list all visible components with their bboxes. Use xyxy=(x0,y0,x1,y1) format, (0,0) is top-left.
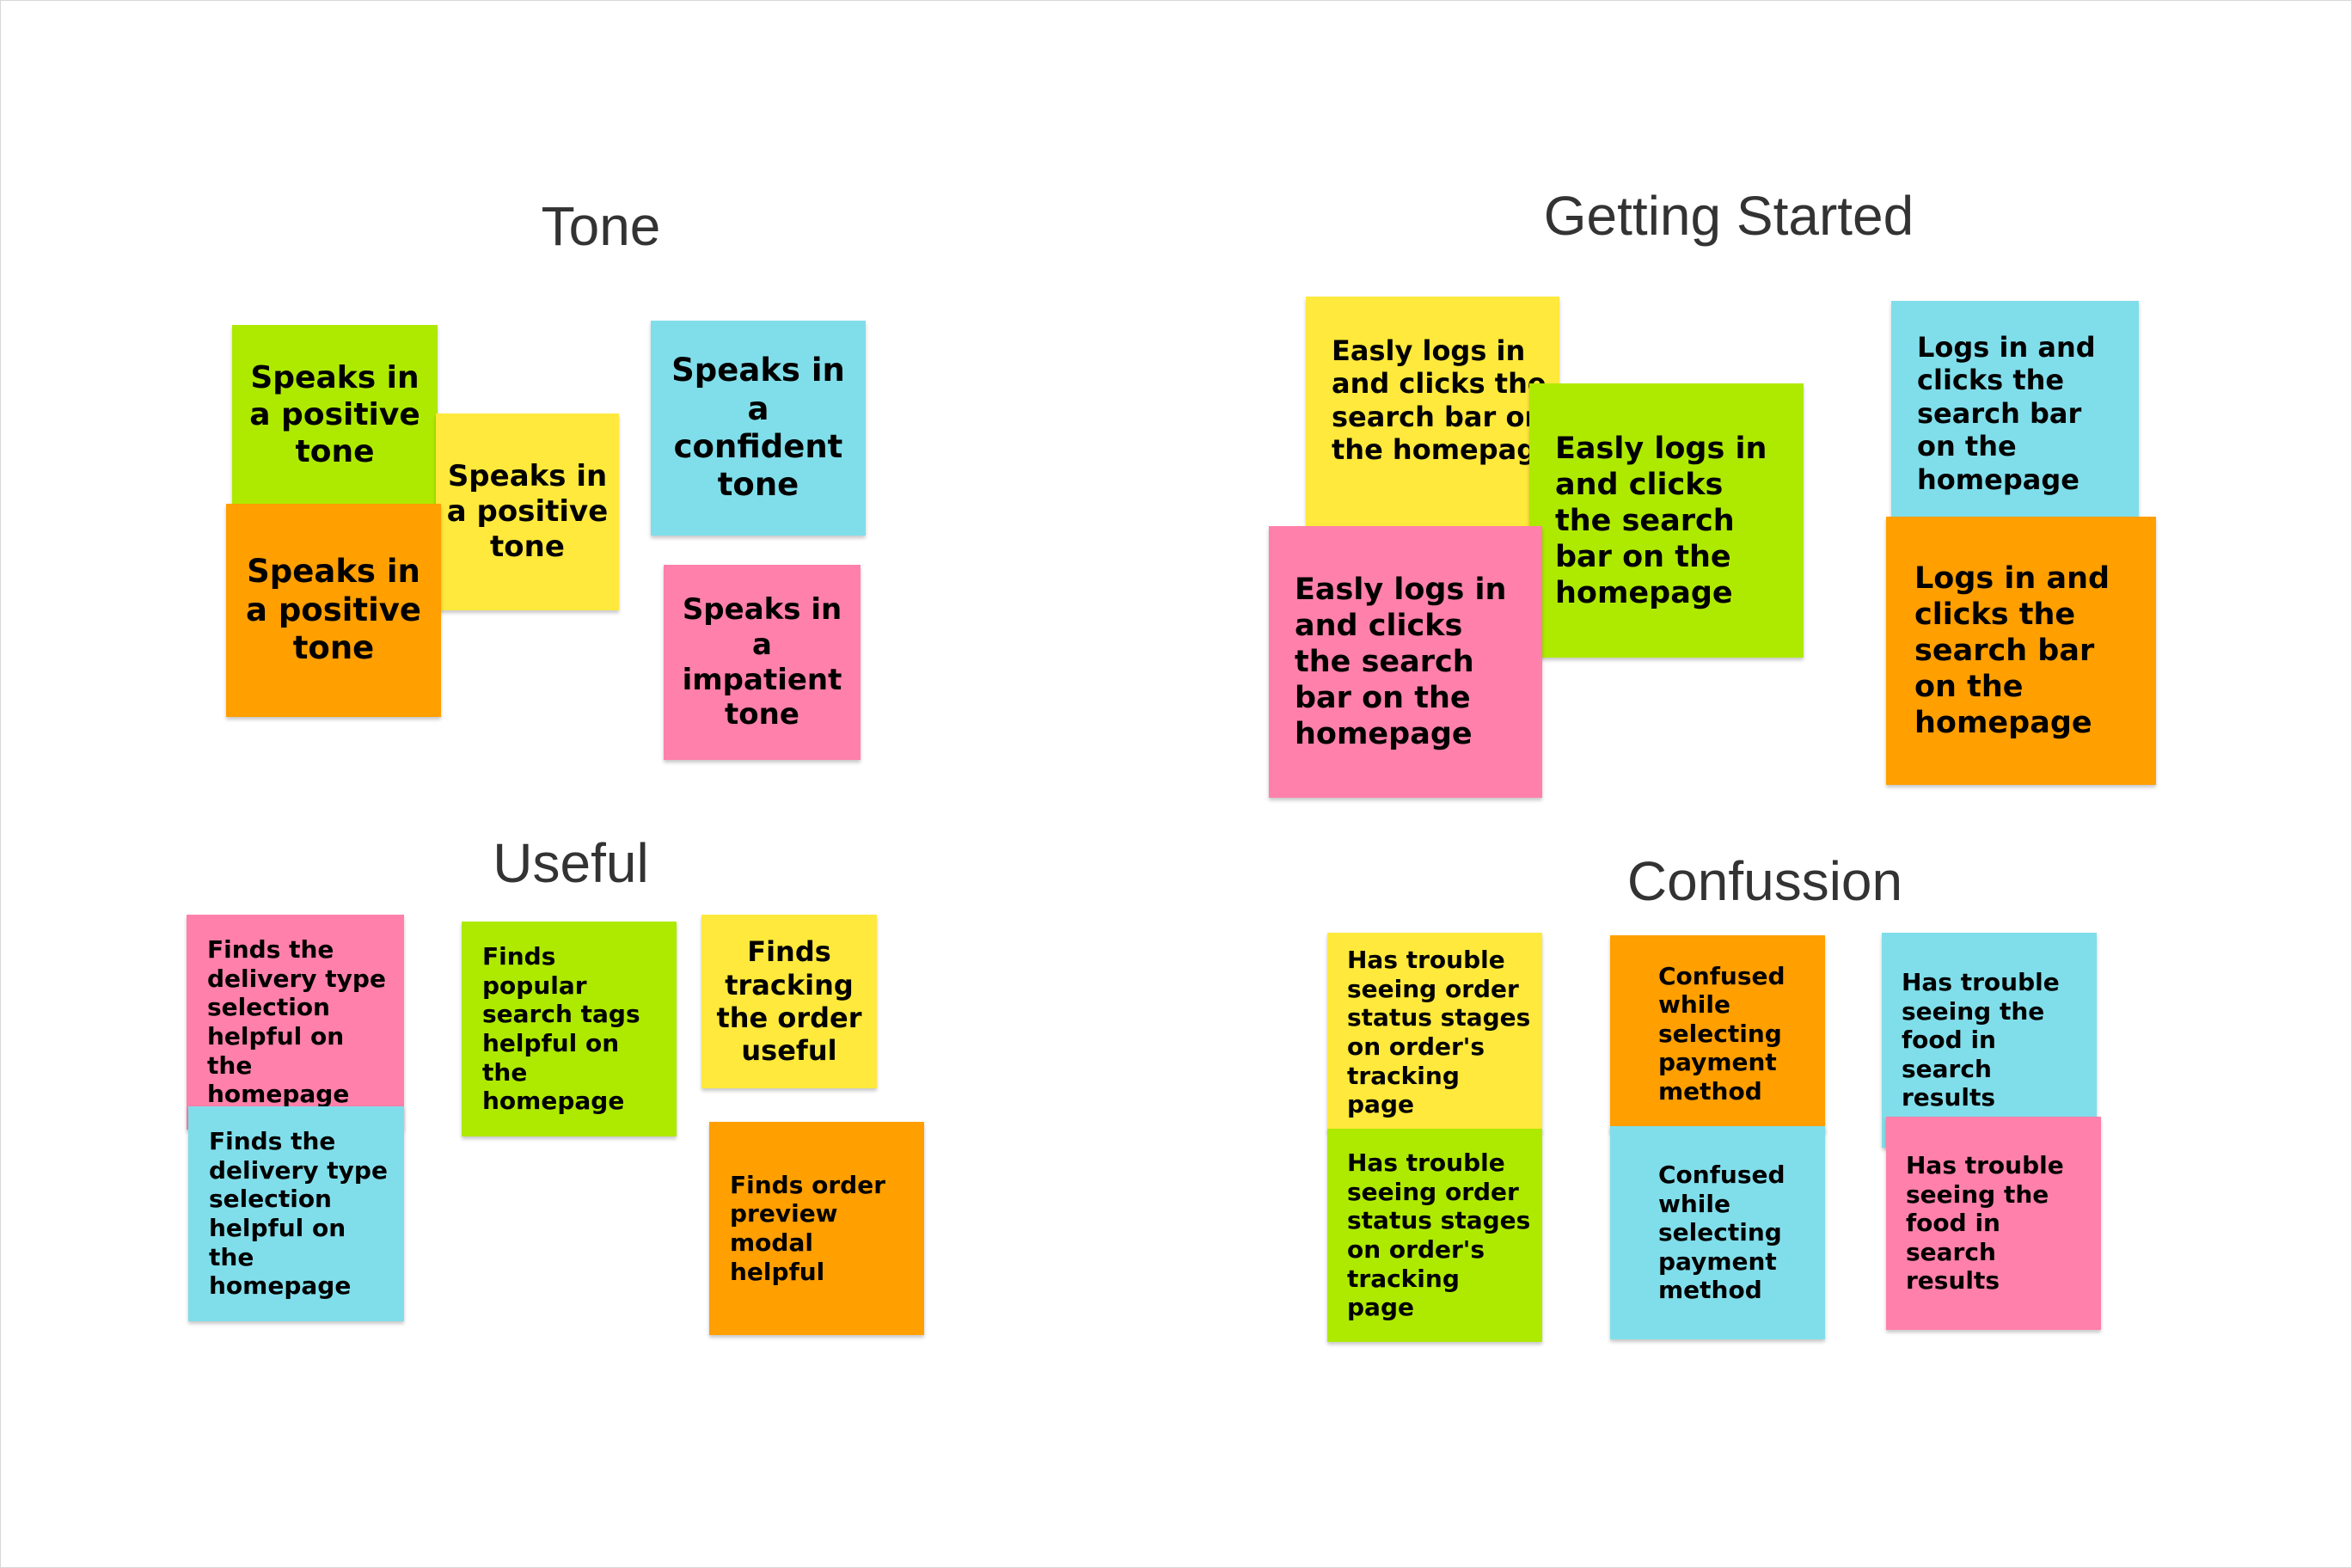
sticky-note[interactable]: Logs in and clicks the search bar on the… xyxy=(1891,301,2139,526)
sticky-note-text: Logs in and clicks the search bar on the… xyxy=(1917,331,2096,496)
sticky-note[interactable]: Has trouble seeing order status stages o… xyxy=(1327,1129,1542,1342)
section-title-useful[interactable]: Useful xyxy=(493,831,648,895)
sticky-note[interactable]: Finds popular search tags helpful on the… xyxy=(462,922,677,1136)
sticky-note[interactable]: Finds tracking the order useful xyxy=(701,915,877,1088)
sticky-note[interactable]: Speaks in a confident tone xyxy=(651,321,866,536)
sticky-note-text: Finds popular search tags helpful on the… xyxy=(482,942,640,1116)
section-title-tone[interactable]: Tone xyxy=(542,194,661,258)
sticky-note[interactable]: Has trouble seeing order status stages o… xyxy=(1327,933,1542,1132)
sticky-note-text: Easly logs in and clicks the search bar … xyxy=(1295,573,1507,751)
sticky-note[interactable]: Logs in and clicks the search bar on the… xyxy=(1886,517,2156,785)
sticky-note[interactable]: Finds the delivery type selection helpfu… xyxy=(188,1106,404,1321)
sticky-note-text: Speaks in a positive tone xyxy=(446,459,609,564)
sticky-note-text: Easly logs in and clicks the search bar … xyxy=(1332,334,1555,467)
sticky-note[interactable]: Speaks in a impatient tone xyxy=(664,565,861,760)
sticky-note[interactable]: Speaks in a positive tone xyxy=(232,325,438,505)
sticky-note-text: Finds the delivery type selection helpfu… xyxy=(209,1127,388,1301)
sticky-note[interactable]: Easly logs in and clicks the search bar … xyxy=(1306,297,1559,536)
sticky-note[interactable]: Easly logs in and clicks the search bar … xyxy=(1529,383,1804,658)
sticky-note-text: Easly logs in and clicks the search bar … xyxy=(1555,431,1767,610)
sticky-note-text: Has trouble seeing the food in search re… xyxy=(1906,1151,2064,1295)
sticky-note-text: Speaks in a positive tone xyxy=(245,553,422,667)
section-title-confussion[interactable]: Confussion xyxy=(1627,849,1902,913)
sticky-note[interactable]: Finds order preview modal helpful xyxy=(709,1122,924,1335)
sticky-note-text: Finds the delivery type selection helpfu… xyxy=(207,935,386,1109)
section-title-getting-started[interactable]: Getting Started xyxy=(1544,184,1914,248)
sticky-note[interactable]: Confused while selecting payment method xyxy=(1610,1126,1825,1339)
sticky-note[interactable]: Has trouble seeing the food in search re… xyxy=(1882,933,2097,1148)
sticky-note-text: Speaks in a impatient tone xyxy=(682,591,842,732)
sticky-note-text: Has trouble seeing order status stages o… xyxy=(1347,1148,1531,1322)
sticky-note-text: Has trouble seeing the food in search re… xyxy=(1902,968,2060,1112)
sticky-note-text: Has trouble seeing order status stages o… xyxy=(1347,946,1531,1119)
sticky-note[interactable]: Confused while selecting payment method xyxy=(1610,935,1825,1132)
sticky-note[interactable]: Easly logs in and clicks the search bar … xyxy=(1269,526,1542,798)
sticky-note-text: Logs in and clicks the search bar on the… xyxy=(1914,561,2110,740)
sticky-note-text: Confused while selecting payment method xyxy=(1658,961,1785,1106)
sticky-note[interactable]: Speaks in a positive tone xyxy=(226,504,441,717)
sticky-note-text: Speaks in a confident tone xyxy=(671,352,845,504)
sticky-note-text: Speaks in a positive tone xyxy=(249,359,420,470)
sticky-note-text: Finds order preview modal helpful xyxy=(730,1170,886,1286)
sticky-note[interactable]: Has trouble seeing the food in search re… xyxy=(1886,1117,2101,1330)
whiteboard-canvas[interactable]: Tone Speaks in a positive tone Speaks in… xyxy=(0,0,2352,1568)
sticky-note-text: Finds tracking the order useful xyxy=(716,935,862,1068)
sticky-note[interactable]: Speaks in a positive tone xyxy=(436,413,619,610)
sticky-note-text: Confused while selecting payment method xyxy=(1658,1161,1785,1305)
sticky-note[interactable]: Finds the delivery type selection helpfu… xyxy=(187,915,404,1130)
